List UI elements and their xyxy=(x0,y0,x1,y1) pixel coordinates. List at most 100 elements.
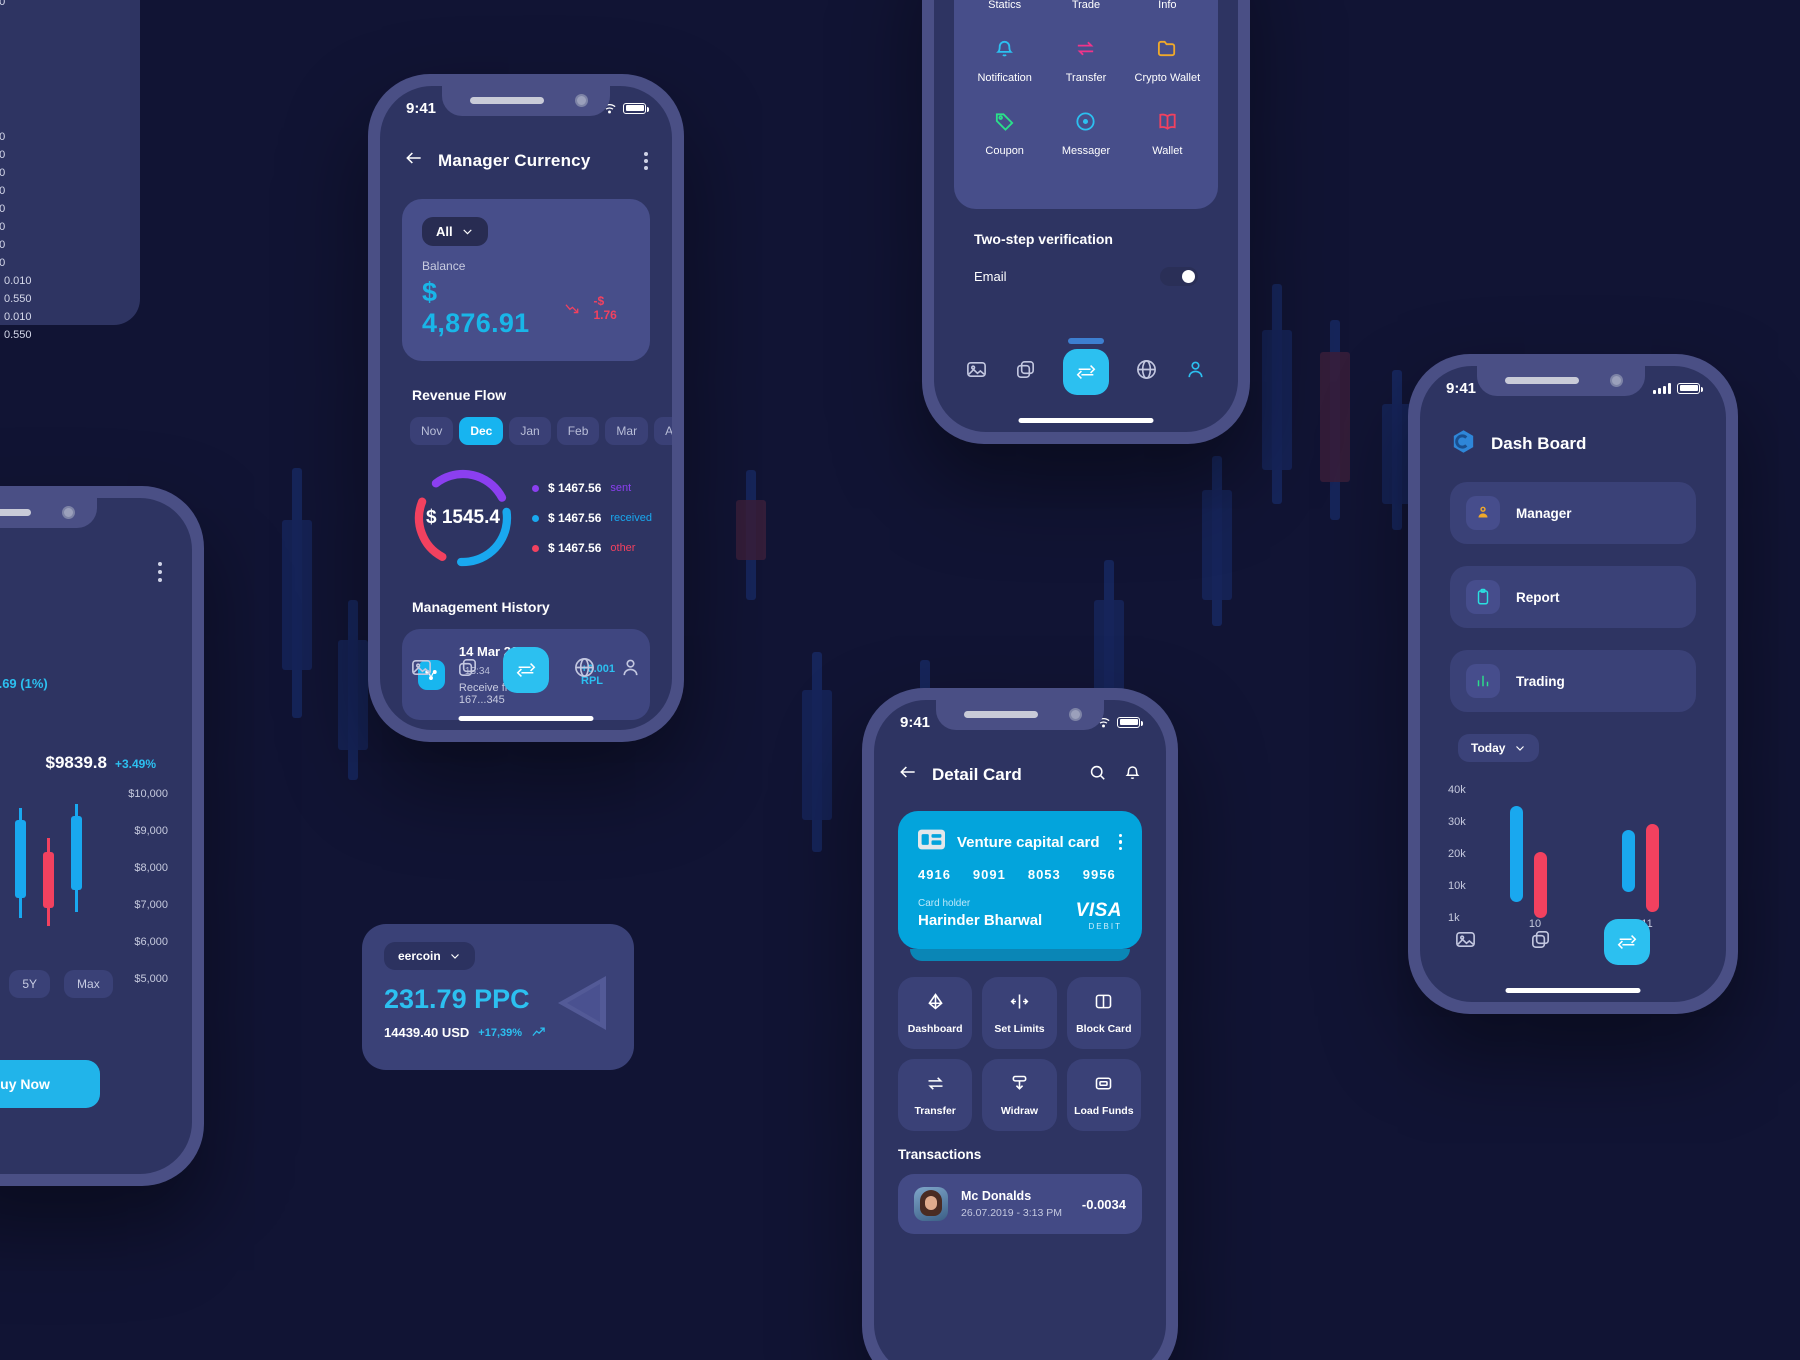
period-label: Today xyxy=(1471,741,1506,755)
action-label: Set Limits xyxy=(994,1023,1045,1035)
action-label: Transfer xyxy=(914,1105,956,1117)
gallery-icon[interactable] xyxy=(410,656,433,684)
page-title: Manager Currency xyxy=(438,150,591,170)
grid-item-label: Info xyxy=(1158,0,1177,11)
hexagon-c-icon xyxy=(1450,428,1477,460)
bell-icon[interactable] xyxy=(1123,763,1142,787)
btc-y-axis: $10,000 $9,000 $8,000 $7,000 $6,000 $5,0… xyxy=(128,788,168,985)
legend-item-sent: $ 1467.56 sent xyxy=(532,481,652,495)
action-label: Dashboard xyxy=(907,1023,963,1035)
block-card-icon xyxy=(1093,991,1114,1015)
action-load-funds[interactable]: Load Funds xyxy=(1066,1059,1141,1131)
grid-item-messager[interactable]: Messager xyxy=(1045,110,1126,157)
globe-icon[interactable] xyxy=(573,656,596,684)
grid-item-trade[interactable]: Trade xyxy=(1045,0,1126,11)
legend-dot xyxy=(532,544,539,552)
coin-selector[interactable]: eercoin xyxy=(384,942,475,970)
month-apl[interactable]: Apl xyxy=(654,417,672,445)
table-row: 919.16 xyxy=(0,14,5,26)
currency-filter-dropdown[interactable]: All xyxy=(422,217,488,246)
user-icon[interactable] xyxy=(619,656,642,684)
card-number-group: 9091 xyxy=(972,867,1006,882)
range-max[interactable]: Max xyxy=(64,970,113,998)
legend-label: sent xyxy=(610,482,632,494)
card-brand: VISA xyxy=(1075,900,1122,921)
y-tick: $7,000 xyxy=(134,899,168,911)
copy-icon[interactable] xyxy=(456,656,479,684)
arrow-left-icon[interactable] xyxy=(898,762,918,787)
credit-card[interactable]: Venture capital card 4916 9091 8053 9956… xyxy=(898,811,1142,949)
copy-icon[interactable] xyxy=(1014,358,1037,386)
card-number: 4916 9091 8053 9956 xyxy=(918,867,1122,882)
buy-now-button[interactable]: Buy Now xyxy=(0,1060,100,1108)
range-5y[interactable]: 5Y xyxy=(9,970,51,998)
status-icons xyxy=(1653,382,1703,394)
grid-item-wallet[interactable]: Wallet xyxy=(1127,110,1208,157)
arrow-left-icon[interactable] xyxy=(404,148,424,173)
sidebar-item-manager[interactable]: Manager xyxy=(1450,482,1696,544)
search-icon[interactable] xyxy=(1088,763,1107,787)
copy-icon[interactable] xyxy=(1529,928,1552,956)
card-top: Venture capital card xyxy=(918,829,1122,855)
legend-value: $ 1467.56 xyxy=(548,481,602,495)
email-row: Email xyxy=(934,267,1238,286)
grid-item-transfer[interactable]: Transfer xyxy=(1045,37,1126,84)
trade-qty: 0.550 xyxy=(0,185,6,197)
more-vertical-icon[interactable] xyxy=(1118,833,1122,851)
gallery-icon[interactable] xyxy=(965,358,988,386)
sidebar-item-trading[interactable]: Trading xyxy=(1450,650,1696,712)
period-selector[interactable]: Today xyxy=(1458,734,1540,762)
phone-wallet-menu: Statics Trade Info Notification Transfer… xyxy=(922,0,1250,444)
page-title: Dash Board xyxy=(1491,434,1587,453)
range-selector: 1M 1Y 5Y Max xyxy=(0,970,113,998)
action-transfer[interactable]: Transfer xyxy=(898,1059,973,1131)
table-row[interactable]: Mc Donalds 26.07.2019 - 3:13 PM -0.0034 xyxy=(898,1174,1142,1234)
grid-item-label: Notification xyxy=(977,72,1032,84)
balance-card: All Balance $ 4,876.91 -$ 1.76 xyxy=(402,199,650,361)
legend-dot xyxy=(532,484,539,492)
action-block-card[interactable]: Block Card xyxy=(1066,977,1141,1049)
exchange-icon[interactable] xyxy=(1604,919,1650,965)
clipboard-icon xyxy=(1466,580,1500,614)
month-mar[interactable]: Mar xyxy=(605,417,649,445)
gallery-icon[interactable] xyxy=(1454,928,1477,956)
trade-qty: 0.010 xyxy=(0,239,6,251)
card-number-group: 9956 xyxy=(1082,867,1116,882)
globe-icon[interactable] xyxy=(1135,358,1158,386)
month-jan[interactable]: Jan xyxy=(509,417,551,445)
trend-up-icon xyxy=(532,1027,545,1037)
y-tick: 10k xyxy=(1448,880,1466,892)
email-toggle[interactable] xyxy=(1160,267,1198,286)
card-name: Venture capital card xyxy=(957,833,1100,851)
action-dashboard[interactable]: Dashboard xyxy=(898,977,973,1049)
card-actions: Dashboard Set Limits Block Card Transfer… xyxy=(874,961,1166,1131)
grid-item-info[interactable]: Info xyxy=(1127,0,1208,11)
header: Dash Board xyxy=(1420,428,1726,460)
transfer-icon xyxy=(1074,37,1097,63)
month-dec[interactable]: Dec xyxy=(459,417,504,445)
balance-amount: $ 4,876.91 xyxy=(422,277,530,338)
month-nov[interactable]: Nov xyxy=(410,417,454,445)
action-set-limits[interactable]: Set Limits xyxy=(982,977,1057,1049)
grid-item-crypto-wallet[interactable]: Crypto Wallet xyxy=(1127,37,1208,84)
action-widraw[interactable]: Widraw xyxy=(982,1059,1057,1131)
bar-red xyxy=(1534,852,1547,918)
y-tick: $6,000 xyxy=(134,936,168,948)
user-icon[interactable] xyxy=(1184,358,1207,386)
trade-qty: 0.550 xyxy=(0,0,6,8)
visa-logo: VISA DEBIT xyxy=(1076,900,1122,931)
grid-item-notification[interactable]: Notification xyxy=(964,37,1045,84)
more-vertical-icon[interactable] xyxy=(158,562,162,582)
grid-item-statics[interactable]: Statics xyxy=(964,0,1045,11)
table-row: 919.23 0.550 xyxy=(0,0,5,8)
bottom-nav xyxy=(1420,912,1726,972)
email-label: Email xyxy=(974,269,1007,284)
exchange-icon[interactable] xyxy=(502,647,549,693)
grid-item-coupon[interactable]: Coupon xyxy=(964,110,1045,157)
action-label: Load Funds xyxy=(1074,1105,1134,1117)
table-row: 916.730.010 xyxy=(0,167,118,179)
sidebar-item-report[interactable]: Report xyxy=(1450,566,1696,628)
more-vertical-icon[interactable] xyxy=(644,151,648,170)
month-feb[interactable]: Feb xyxy=(556,417,600,445)
exchange-icon[interactable] xyxy=(1063,349,1109,395)
